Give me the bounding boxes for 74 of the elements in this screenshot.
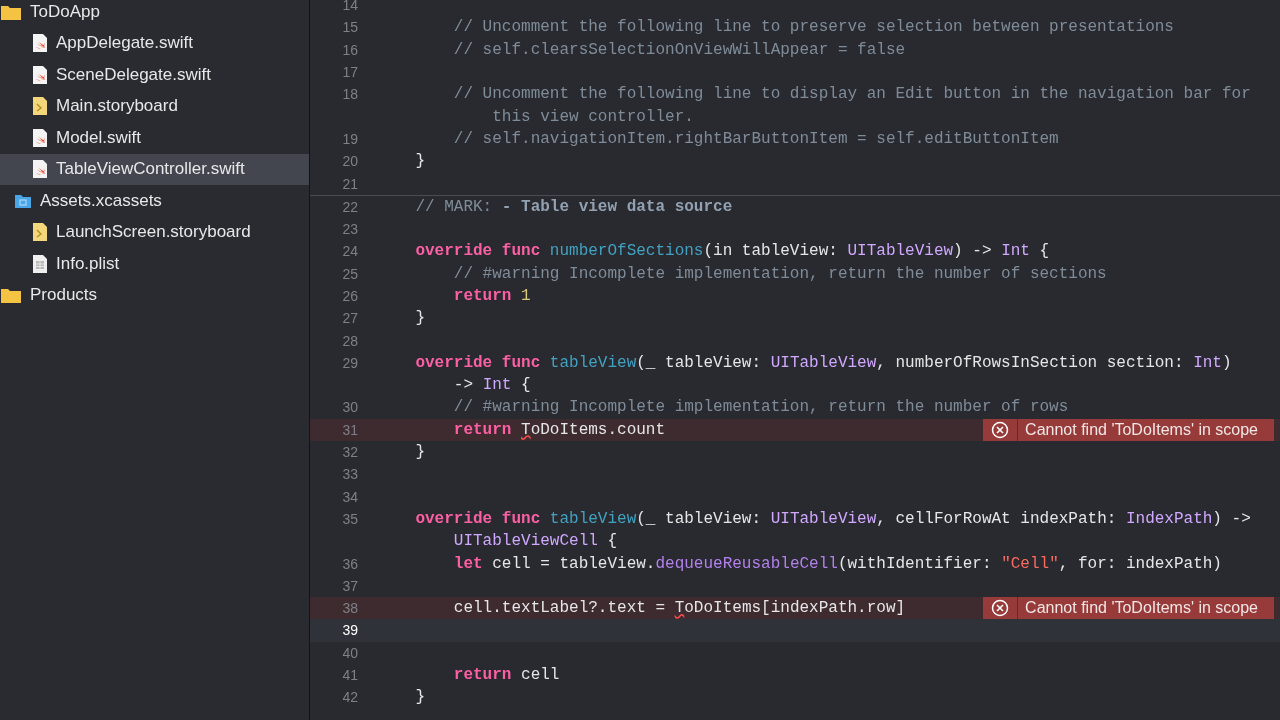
code-line: // #warning Incomplete implementation, return the number of rows xyxy=(452,398,1069,417)
storyboard-file-icon xyxy=(32,96,48,117)
code-line: } xyxy=(414,152,425,171)
swift-file-icon xyxy=(32,159,48,180)
line-number: 15 xyxy=(341,19,358,36)
line-number: 17 xyxy=(341,64,358,81)
file-item[interactable]: Products xyxy=(0,279,309,311)
code-line: // self.navigationItem.rightBarButtonItem = self.editButtonItem xyxy=(452,129,1059,148)
line-number: 31 xyxy=(341,421,358,438)
error-message: Cannot find 'ToDoItems' in scope xyxy=(1024,598,1259,618)
plist-file-icon xyxy=(32,253,48,274)
line-number: 42 xyxy=(341,689,358,706)
file-item[interactable]: TableViewController.swift xyxy=(0,153,309,185)
code-line: // Uncomment the following line to display an Edit button in the navigation bar for xyxy=(452,85,1251,104)
code-line: override func tableView(_ tableView: UITableView, numberOfRowsInSection section: Int) xyxy=(414,353,1232,372)
file-item[interactable]: Model.swift xyxy=(0,122,309,154)
code-line: override func tableView(_ tableView: UITableView, cellForRowAt indexPath: IndexPath) -> xyxy=(414,509,1251,528)
line-number: 18 xyxy=(341,86,358,103)
line-number: 41 xyxy=(341,667,358,684)
line-number: 32 xyxy=(341,444,358,461)
swift-file-icon xyxy=(32,127,48,148)
code-line: } xyxy=(414,309,425,328)
code-line: override func numberOfSections(in tableView: UITableView) -> Int { xyxy=(414,242,1050,261)
line-number: 37 xyxy=(341,577,358,594)
file-item[interactable]: AppDelegate.swift xyxy=(0,27,309,59)
line-number: 29 xyxy=(341,354,358,371)
folder-icon xyxy=(0,286,22,305)
code-line: return 1 xyxy=(452,287,531,305)
line-number: 39 xyxy=(341,622,358,639)
line-number: 38 xyxy=(341,600,358,617)
code-line: return cell xyxy=(452,666,560,685)
file-item[interactable]: SceneDelegate.swift xyxy=(0,59,309,91)
error-icon xyxy=(991,599,1010,617)
code-line: return ToDoItems.count xyxy=(452,420,666,439)
line-number: 22 xyxy=(341,198,358,215)
line-number: 24 xyxy=(341,243,358,260)
code-line: cell.textLabel?.text = ToDoItems[indexPath.row] xyxy=(452,599,906,618)
file-item[interactable]: Info.plist xyxy=(0,248,309,280)
line-number: 35 xyxy=(341,510,358,527)
line-number: 36 xyxy=(341,555,358,572)
line-number: 34 xyxy=(341,488,358,505)
line-number: 26 xyxy=(341,288,358,304)
code-line: } xyxy=(414,688,425,707)
line-number: 19 xyxy=(341,130,358,147)
code-line: // self.clearsSelectionOnViewWillAppear = false xyxy=(452,40,906,59)
storyboard-file-icon xyxy=(32,222,48,243)
code-line: // Uncomment the following line to preserve selection between presentations xyxy=(452,18,1174,37)
line-number: 21 xyxy=(341,175,358,192)
line-number: 16 xyxy=(341,41,358,58)
file-item[interactable]: Main.storyboard xyxy=(0,90,309,122)
line-number: 25 xyxy=(341,265,358,282)
code-line: } xyxy=(414,443,425,462)
file-item[interactable]: LaunchScreen.storyboard xyxy=(0,216,309,248)
line-number: 27 xyxy=(341,310,358,327)
line-number: 40 xyxy=(341,644,358,661)
line-number: 33 xyxy=(341,466,358,483)
error-message: Cannot find 'ToDoItems' in scope xyxy=(1024,419,1259,440)
code-line: -> Int { xyxy=(452,376,531,395)
code-line: let cell = tableView.dequeueReusableCell(withIdentifier: "Cell", for: indexPath) xyxy=(452,554,1222,573)
line-number: 30 xyxy=(341,399,358,416)
swift-file-icon xyxy=(32,64,48,85)
line-number: 23 xyxy=(341,221,358,238)
swift-file-icon xyxy=(32,33,48,54)
error-icon xyxy=(991,420,1010,439)
code-line: // #warning Incomplete implementation, return the number of sections xyxy=(452,264,1107,283)
file-item[interactable]: ToDoApp xyxy=(0,0,309,28)
line-number: 28 xyxy=(341,332,358,349)
file-item[interactable]: Assets.xcassets xyxy=(0,185,309,217)
folder-icon xyxy=(14,192,32,209)
code-line: UITableViewCell { xyxy=(452,532,618,551)
code-line: // MARK: - Table view data source xyxy=(414,197,733,216)
line-number: 20 xyxy=(341,153,358,170)
line-number: 14 xyxy=(341,0,358,14)
code-line: this view controller. xyxy=(491,107,694,126)
